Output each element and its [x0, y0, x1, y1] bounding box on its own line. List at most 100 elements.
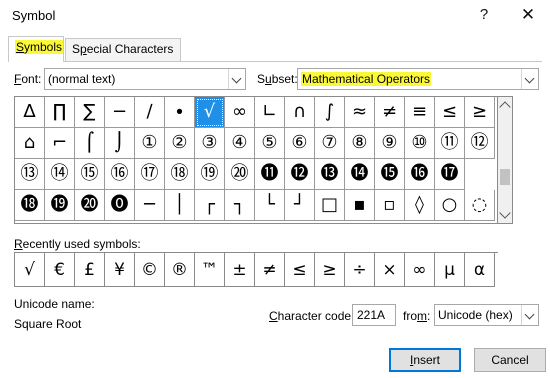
- recent-symbol-cell[interactable]: ©: [135, 253, 165, 287]
- recent-symbol-cell[interactable]: ∞: [405, 253, 435, 287]
- recent-symbol-cell[interactable]: √: [15, 253, 45, 287]
- chevron-down-icon: [521, 305, 538, 325]
- close-icon[interactable]: ✕: [508, 2, 548, 28]
- recent-symbol-cell[interactable]: ÷: [345, 253, 375, 287]
- symbol-cell[interactable]: ⌐: [45, 128, 75, 159]
- symbol-cell[interactable]: ⓫: [255, 159, 285, 190]
- insert-button[interactable]: Insert: [389, 348, 461, 372]
- symbol-cell[interactable]: ∕: [135, 97, 165, 128]
- font-dropdown[interactable]: (normal text): [44, 68, 246, 90]
- symbol-cell[interactable]: ⑯: [105, 159, 135, 190]
- symbol-cell[interactable]: −: [105, 97, 135, 128]
- symbol-cell[interactable]: ⑨: [375, 128, 405, 159]
- symbol-cell[interactable]: ⓳: [45, 190, 75, 221]
- symbol-cell[interactable]: │: [165, 190, 195, 221]
- recent-symbol-cell[interactable]: ≥: [315, 253, 345, 287]
- symbol-cell[interactable]: ⑪: [435, 128, 465, 159]
- recent-symbol-cell[interactable]: ±: [225, 253, 255, 287]
- symbol-cell[interactable]: ⌡: [105, 128, 135, 159]
- symbol-cell[interactable]: ≈: [345, 97, 375, 128]
- recent-symbol-cell[interactable]: ≤: [285, 253, 315, 287]
- symbol-cell[interactable]: ④: [225, 128, 255, 159]
- symbol-cell[interactable]: ②: [165, 128, 195, 159]
- symbol-cell[interactable]: ∑: [75, 97, 105, 128]
- symbol-cell[interactable]: ○: [435, 190, 465, 221]
- symbol-cell[interactable]: ③: [195, 128, 225, 159]
- symbol-cell[interactable]: ⑫: [465, 128, 495, 159]
- font-value: (normal text): [48, 72, 116, 86]
- recent-symbol-cell[interactable]: ®: [165, 253, 195, 287]
- symbol-cell[interactable]: ⓭: [315, 159, 345, 190]
- symbol-cell[interactable]: □: [315, 190, 345, 221]
- character-code-input[interactable]: 221A: [352, 304, 396, 326]
- symbol-cell[interactable]: √: [195, 97, 225, 128]
- symbol-grid-scrollbar[interactable]: [498, 96, 513, 224]
- recent-symbol-cell[interactable]: α: [465, 253, 495, 287]
- symbol-cell[interactable]: ∩: [285, 97, 315, 128]
- symbol-cell[interactable]: ⑦: [315, 128, 345, 159]
- symbol-cell[interactable]: ⓬: [285, 159, 315, 190]
- recent-symbol-cell[interactable]: ×: [375, 253, 405, 287]
- symbol-cell[interactable]: ⓱: [435, 159, 465, 190]
- symbol-cell[interactable]: ─: [135, 190, 165, 221]
- symbol-cell[interactable]: ▪: [345, 190, 375, 221]
- recent-symbol-cell[interactable]: ¥: [105, 253, 135, 287]
- symbol-grid[interactable]: ∆ ∏ ∑ − ∕ ∙ √ ∞ ∟ ∩ ∫ ≈ ≠ ≡ ≤ ≥ ⌂ ⌐ ⌠ ⌡ ① ② ③ ④ ⑤ ⑥ ⑦ ⑧ ⑨ ⑩ ⑪ ⑫ ⑬ ⑭ ⑮ ⑯ ⑰ ⑱ ⑲ ⑳…: [14, 96, 498, 224]
- symbol-cell[interactable]: ∆: [15, 97, 45, 128]
- symbol-cell[interactable]: ∞: [225, 97, 255, 128]
- from-value: Unicode (hex): [438, 308, 513, 322]
- symbol-cell[interactable]: ⑮: [75, 159, 105, 190]
- symbol-cell[interactable]: ∙: [165, 97, 195, 128]
- recent-symbol-cell[interactable]: ™: [195, 253, 225, 287]
- symbol-cell[interactable]: ∫: [315, 97, 345, 128]
- symbol-cell[interactable]: ┐: [225, 190, 255, 221]
- subset-label: Subset:: [257, 72, 298, 86]
- symbol-cell[interactable]: ⓯: [375, 159, 405, 190]
- symbol-cell[interactable]: ⑥: [285, 128, 315, 159]
- symbol-cell[interactable]: ⓰: [405, 159, 435, 190]
- symbol-cell[interactable]: ⓴: [75, 190, 105, 221]
- symbol-cell[interactable]: ≤: [435, 97, 465, 128]
- symbol-cell[interactable]: ⌠: [75, 128, 105, 159]
- symbol-cell[interactable]: ⑤: [255, 128, 285, 159]
- symbol-cell[interactable]: ┌: [195, 190, 225, 221]
- symbol-cell[interactable]: ⑱: [165, 159, 195, 190]
- symbol-cell[interactable]: ①: [135, 128, 165, 159]
- cancel-button[interactable]: Cancel: [474, 348, 546, 372]
- symbol-cell[interactable]: ⓮: [345, 159, 375, 190]
- scroll-down-icon[interactable]: [499, 207, 511, 219]
- symbol-cell[interactable]: ≥: [465, 97, 495, 128]
- symbol-cell[interactable]: ⓿: [105, 190, 135, 221]
- symbol-cell[interactable]: ∏: [45, 97, 75, 128]
- scroll-thumb[interactable]: [500, 169, 510, 185]
- symbol-cell[interactable]: ⑳: [225, 159, 255, 190]
- symbol-cell[interactable]: ⑩: [405, 128, 435, 159]
- symbol-cell[interactable]: ◊: [405, 190, 435, 221]
- tab-symbols[interactable]: Symbols: [8, 36, 64, 62]
- from-label: from:: [403, 309, 431, 323]
- symbol-cell[interactable]: ≡: [405, 97, 435, 128]
- symbol-cell[interactable]: ┘: [285, 190, 315, 221]
- symbol-cell[interactable]: ⑬: [15, 159, 45, 190]
- symbol-cell[interactable]: ◌: [465, 190, 495, 221]
- tab-divider: [8, 61, 542, 62]
- symbol-cell[interactable]: ⑧: [345, 128, 375, 159]
- symbol-cell[interactable]: ⑰: [135, 159, 165, 190]
- symbol-cell[interactable]: └: [255, 190, 285, 221]
- help-icon[interactable]: ?: [464, 2, 504, 28]
- scroll-up-icon[interactable]: [499, 101, 511, 113]
- symbol-cell[interactable]: ⑭: [45, 159, 75, 190]
- recent-symbol-cell[interactable]: µ: [435, 253, 465, 287]
- recent-symbol-cell[interactable]: £: [75, 253, 105, 287]
- tab-special-characters[interactable]: Special Characters: [65, 38, 181, 61]
- recent-symbol-cell[interactable]: ≠: [255, 253, 285, 287]
- symbol-cell[interactable]: ▫: [375, 190, 405, 221]
- symbol-cell[interactable]: ⑲: [195, 159, 225, 190]
- from-dropdown[interactable]: Unicode (hex): [434, 304, 539, 326]
- symbol-cell[interactable]: ⓲: [15, 190, 45, 221]
- symbol-cell[interactable]: ⌂: [15, 128, 45, 159]
- symbol-cell[interactable]: ≠: [375, 97, 405, 128]
- recent-symbol-cell[interactable]: €: [45, 253, 75, 287]
- subset-dropdown[interactable]: Mathematical Operators: [297, 68, 539, 90]
- symbol-cell[interactable]: ∟: [255, 97, 285, 128]
